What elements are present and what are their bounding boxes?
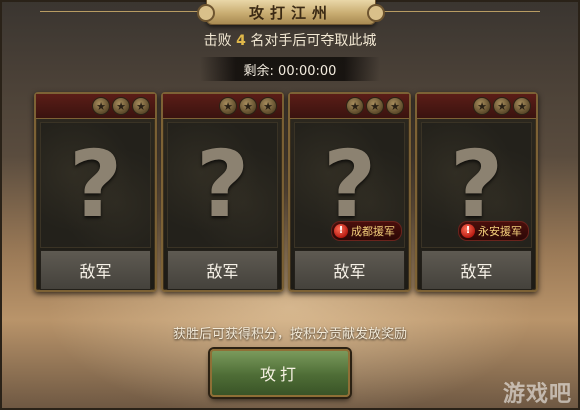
question-mark-icon: ? <box>195 131 250 238</box>
enemy-name: 敌军 <box>167 250 278 290</box>
star-icon: ★ <box>366 97 384 115</box>
star-icon: ★ <box>92 97 110 115</box>
hidden-enemy-portrait: ? <box>40 122 151 248</box>
card-header: ★ ★ ★ <box>417 94 536 119</box>
question-mark-icon: ? <box>449 131 504 238</box>
star-icon: ★ <box>513 97 531 115</box>
star-icon: ★ <box>112 97 130 115</box>
star-rating: ★ ★ ★ <box>471 97 531 115</box>
card-header: ★ ★ ★ <box>163 94 282 119</box>
enemy-card-4[interactable]: ★ ★ ★ ? ! 永安援军 敌军 <box>415 92 538 292</box>
star-icon: ★ <box>239 97 257 115</box>
star-icon: ★ <box>473 97 491 115</box>
goal-prefix: 击败 <box>203 33 232 49</box>
alert-icon: ! <box>334 224 348 238</box>
attack-button[interactable]: 攻打 <box>210 349 350 397</box>
hidden-enemy-portrait: ? ! 成都援军 <box>294 122 405 248</box>
reinforcement-label: 永安援军 <box>478 225 522 238</box>
enemy-card-1[interactable]: ★ ★ ★ ? 敌军 <box>34 92 157 292</box>
enemy-name: 敌军 <box>40 250 151 290</box>
enemy-name: 敌军 <box>294 250 405 290</box>
star-icon: ★ <box>259 97 277 115</box>
enemy-card-3[interactable]: ★ ★ ★ ? ! 成都援军 敌军 <box>288 92 411 292</box>
goal-text: 击败 4 名对手后可夺取此城 <box>0 30 580 50</box>
reinforcement-badge: ! 永安援军 <box>458 221 529 241</box>
card-header: ★ ★ ★ <box>290 94 409 119</box>
watermark: 游戏吧 <box>502 382 572 407</box>
alert-icon: ! <box>461 224 475 238</box>
card-header: ★ ★ ★ <box>36 94 155 119</box>
countdown-timer: 剩余: 00:00:00 <box>200 57 380 81</box>
banner-left-line <box>40 11 200 12</box>
page-title: 攻打江州 <box>248 3 333 22</box>
star-icon: ★ <box>493 97 511 115</box>
goal-count: 4 <box>236 33 246 49</box>
star-rating: ★ ★ ★ <box>90 97 150 115</box>
star-icon: ★ <box>132 97 150 115</box>
reinforcement-label: 成都援军 <box>351 225 395 238</box>
star-rating: ★ ★ ★ <box>217 97 277 115</box>
question-mark-icon: ? <box>322 131 377 238</box>
title-banner: 攻打江州 <box>197 0 385 25</box>
question-mark-icon: ? <box>68 131 123 238</box>
enemy-card-2[interactable]: ★ ★ ★ ? 敌军 <box>161 92 284 292</box>
goal-suffix: 名对手后可夺取此城 <box>250 33 377 49</box>
banner-right-line <box>380 11 540 12</box>
hidden-enemy-portrait: ? <box>167 122 278 248</box>
reinforcement-badge: ! 成都援军 <box>331 221 402 241</box>
star-rating: ★ ★ ★ <box>344 97 404 115</box>
star-icon: ★ <box>386 97 404 115</box>
reward-info-text: 获胜后可获得积分，按积分贡献发放奖励 <box>172 327 407 342</box>
star-icon: ★ <box>219 97 237 115</box>
star-icon: ★ <box>346 97 364 115</box>
enemy-name: 敌军 <box>421 250 532 290</box>
hidden-enemy-portrait: ? ! 永安援军 <box>421 122 532 248</box>
